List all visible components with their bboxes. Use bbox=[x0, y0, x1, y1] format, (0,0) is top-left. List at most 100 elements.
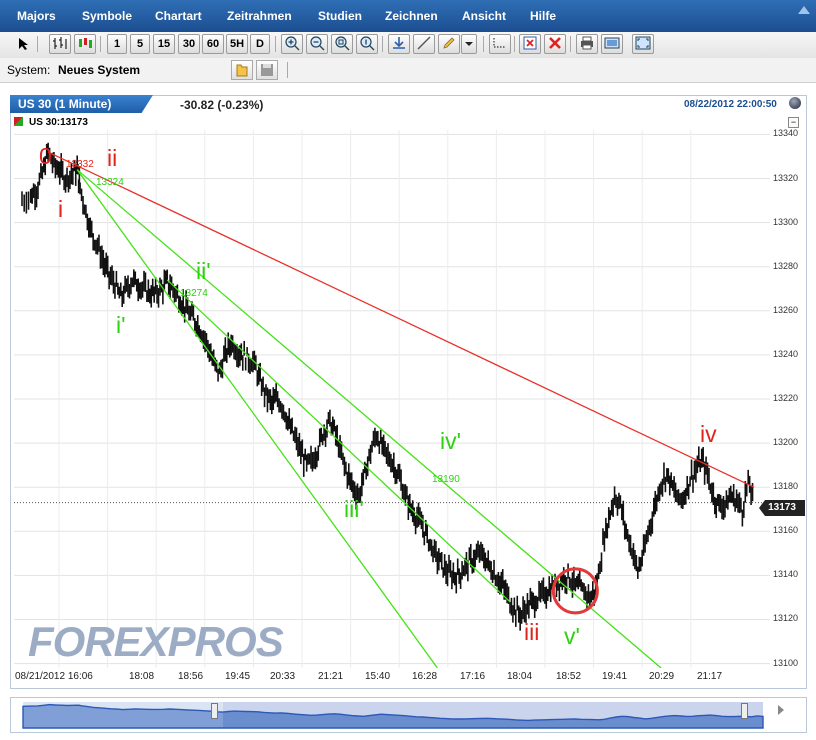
x-tick-label: 19:41 bbox=[602, 671, 627, 682]
x-tick-label: 20:29 bbox=[649, 671, 674, 682]
y-tick-label: 13280 bbox=[773, 261, 798, 271]
wave-label: iv' bbox=[440, 428, 461, 455]
price-change: -30.82 (-0.23%) bbox=[180, 98, 263, 112]
y-tick-label: 13140 bbox=[773, 569, 798, 579]
timeframe-5[interactable]: 5 bbox=[130, 34, 150, 54]
menu-studien[interactable]: Studien bbox=[318, 9, 362, 23]
system-bar: System: Neues System bbox=[0, 58, 816, 83]
x-tick-label: 21:17 bbox=[697, 671, 722, 682]
x-tick-label: 18:52 bbox=[556, 671, 581, 682]
forexpros-watermark: FOREXPROS bbox=[28, 618, 283, 666]
zoom-fit-icon[interactable] bbox=[331, 34, 353, 54]
download-icon[interactable] bbox=[388, 34, 410, 54]
pencil-icon[interactable] bbox=[438, 34, 460, 54]
save-icon[interactable] bbox=[256, 60, 278, 80]
navigator-scroll-right-icon[interactable] bbox=[778, 705, 784, 715]
wave-label: ii bbox=[107, 145, 117, 172]
x-tick-label: 20:33 bbox=[270, 671, 295, 682]
trendline[interactable] bbox=[77, 170, 437, 668]
x-tick-label: 21:21 bbox=[318, 671, 343, 682]
zoom-in-icon[interactable] bbox=[281, 34, 303, 54]
delete-selected-icon[interactable] bbox=[519, 34, 541, 54]
candlestick-icon[interactable] bbox=[74, 34, 96, 54]
trendline[interactable] bbox=[48, 152, 754, 487]
symbol-line: US 30:13173 bbox=[14, 117, 88, 128]
line-draw-icon[interactable] bbox=[413, 34, 435, 54]
y-tick-label: 13220 bbox=[773, 393, 798, 403]
y-tick-label: 13300 bbox=[773, 217, 798, 227]
bar-chart-icon[interactable] bbox=[49, 34, 71, 54]
y-tick-label: 13260 bbox=[773, 305, 798, 315]
cursor-icon[interactable] bbox=[18, 37, 30, 54]
symbol-tab[interactable]: US 30 (1 Minute) bbox=[10, 95, 153, 113]
x-tick-label: 17:16 bbox=[460, 671, 485, 682]
x-tick-label: 18:08 bbox=[129, 671, 154, 682]
level-label: 13274 bbox=[180, 288, 208, 299]
fullscreen-icon[interactable] bbox=[632, 34, 654, 54]
last-price-tag: 13173 bbox=[759, 500, 805, 516]
navigator-chart bbox=[11, 698, 806, 732]
collapse-icon[interactable]: − bbox=[788, 117, 799, 128]
x-tick-label: 16:28 bbox=[412, 671, 437, 682]
wave-label: iii' bbox=[344, 496, 364, 523]
wave-label: iii bbox=[524, 619, 539, 646]
menu-bar: Majors Symbole Chartart Zeitrahmen Studi… bbox=[0, 0, 816, 32]
level-label: 13332 bbox=[66, 159, 94, 170]
indicator-square-icon bbox=[14, 117, 23, 126]
menu-symbole[interactable]: Symbole bbox=[82, 9, 132, 23]
y-tick-label: 13120 bbox=[773, 613, 798, 623]
toolbar: 1 5 15 30 60 5H D bbox=[0, 32, 816, 59]
left-handle-icon[interactable] bbox=[211, 703, 218, 719]
wave-label: 0 bbox=[39, 143, 52, 170]
zoom-out-icon[interactable] bbox=[306, 34, 328, 54]
timeframe-30[interactable]: 30 bbox=[178, 34, 200, 54]
y-tick-label: 13180 bbox=[773, 481, 798, 491]
menu-zeichnen[interactable]: Zeichnen bbox=[385, 9, 438, 23]
menu-hilfe[interactable]: Hilfe bbox=[530, 9, 556, 23]
y-tick-label: 13240 bbox=[773, 349, 798, 359]
level-label: 13190 bbox=[432, 474, 460, 485]
folder-icon[interactable] bbox=[231, 60, 253, 80]
timeframe-5h[interactable]: 5H bbox=[226, 34, 248, 54]
wave-label: ii' bbox=[196, 258, 211, 285]
wave-label: v' bbox=[564, 623, 580, 650]
x-tick-label: 08/21/2012 16:06 bbox=[15, 671, 93, 682]
menu-scroll-up-icon[interactable] bbox=[798, 6, 810, 14]
wave-label: i bbox=[58, 196, 63, 223]
zoom-reset-icon[interactable] bbox=[356, 34, 378, 54]
y-tick-label: 13340 bbox=[773, 128, 798, 138]
menu-zeitrahmen[interactable]: Zeitrahmen bbox=[227, 9, 292, 23]
menu-ansicht[interactable]: Ansicht bbox=[462, 9, 506, 23]
timeframe-d[interactable]: D bbox=[250, 34, 270, 54]
chart-datetime: 08/22/2012 22:00:50 bbox=[684, 99, 777, 110]
y-tick-label: 13320 bbox=[773, 173, 798, 183]
navigator-panel[interactable] bbox=[10, 697, 807, 733]
system-value[interactable]: Neues System bbox=[58, 63, 140, 77]
x-tick-label: 15:40 bbox=[365, 671, 390, 682]
screenshot-icon[interactable] bbox=[601, 34, 623, 54]
y-tick-label: 13100 bbox=[773, 658, 798, 668]
y-tick-label: 13160 bbox=[773, 525, 798, 535]
level-label: 13324 bbox=[96, 177, 124, 188]
timeframe-1[interactable]: 1 bbox=[107, 34, 127, 54]
menu-majors[interactable]: Majors bbox=[17, 9, 56, 23]
timeframe-60[interactable]: 60 bbox=[202, 34, 224, 54]
x-tick-label: 19:45 bbox=[225, 671, 250, 682]
menu-chartart[interactable]: Chartart bbox=[155, 9, 202, 23]
x-tick-label: 18:04 bbox=[507, 671, 532, 682]
print-icon[interactable] bbox=[576, 34, 598, 54]
y-tick-label: 13200 bbox=[773, 437, 798, 447]
status-orb-icon[interactable] bbox=[789, 97, 801, 109]
delete-all-icon[interactable] bbox=[544, 34, 566, 54]
x-tick-label: 18:56 bbox=[178, 671, 203, 682]
wave-label: iv bbox=[700, 421, 717, 448]
system-label: System: bbox=[7, 63, 50, 77]
dropdown-arrow-icon[interactable] bbox=[461, 34, 477, 54]
dotted-line-icon[interactable] bbox=[489, 34, 511, 54]
wave-label: i' bbox=[116, 312, 126, 339]
right-handle-icon[interactable] bbox=[741, 703, 748, 719]
timeframe-15[interactable]: 15 bbox=[153, 34, 175, 54]
trendline[interactable] bbox=[77, 170, 661, 668]
price-chart[interactable] bbox=[14, 130, 770, 668]
symbol-line-text: US 30:13173 bbox=[29, 117, 88, 128]
